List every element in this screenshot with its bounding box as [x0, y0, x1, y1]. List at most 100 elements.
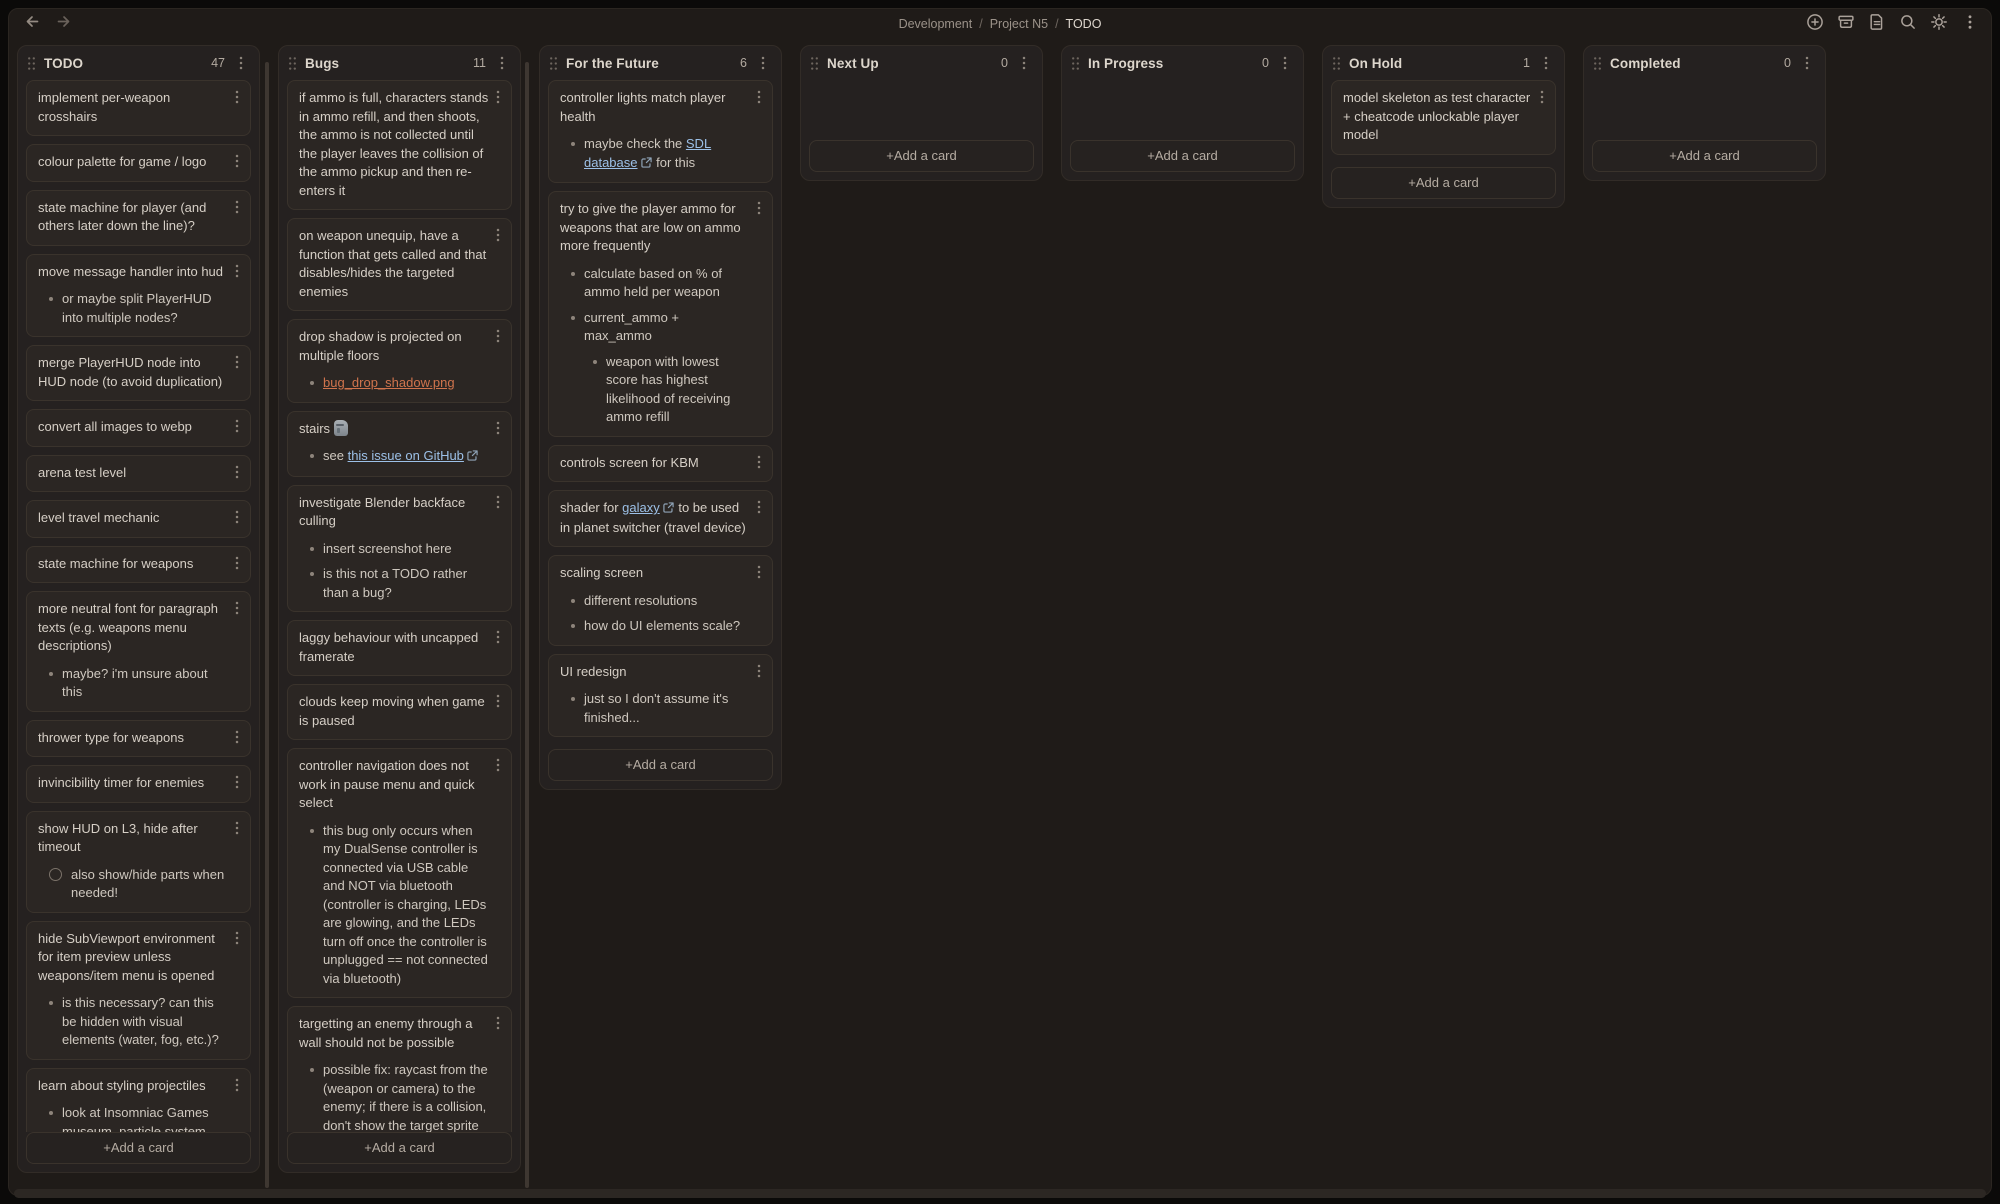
card-menu-icon[interactable] [231, 355, 243, 369]
breadcrumb-item[interactable]: Project N5 [990, 17, 1048, 31]
card[interactable]: investigate Blender backface cullinginse… [287, 485, 512, 613]
card-menu-icon[interactable] [492, 694, 504, 708]
column-menu-icon[interactable] [755, 55, 771, 71]
card[interactable]: arena test level [26, 455, 251, 493]
column-menu-icon[interactable] [1799, 55, 1815, 71]
document-button[interactable] [1867, 15, 1886, 34]
card-menu-icon[interactable] [492, 421, 504, 435]
card-menu-icon[interactable] [231, 200, 243, 214]
card[interactable]: more neutral font for paragraph texts (e… [26, 591, 251, 712]
new-note-button[interactable] [1805, 15, 1824, 34]
card[interactable]: controller navigation does not work in p… [287, 748, 512, 998]
external-link[interactable]: this issue on GitHub [348, 448, 464, 463]
card[interactable]: implement per-weapon crosshairs [26, 80, 251, 136]
card-menu-icon[interactable] [492, 228, 504, 242]
card[interactable]: colour palette for game / logo [26, 144, 251, 182]
card[interactable]: invincibility timer for enemies [26, 765, 251, 803]
card[interactable]: learn about styling projectileslook at I… [26, 1068, 251, 1133]
more-options-button[interactable] [1960, 15, 1979, 34]
drag-handle-icon[interactable] [288, 56, 297, 71]
card[interactable]: if ammo is full, characters stands in am… [287, 80, 512, 210]
card[interactable]: try to give the player ammo for weapons … [548, 191, 773, 437]
card-menu-icon[interactable] [231, 90, 243, 104]
drag-handle-icon[interactable] [1593, 56, 1602, 71]
card-menu-icon[interactable] [753, 565, 765, 579]
card-menu-icon[interactable] [231, 775, 243, 789]
card[interactable]: state machine for player (and others lat… [26, 190, 251, 246]
card[interactable]: merge PlayerHUD node into HUD node (to a… [26, 345, 251, 401]
card[interactable]: laggy behaviour with uncapped framerate [287, 620, 512, 676]
card-menu-icon[interactable] [1536, 90, 1548, 104]
text-segment: invincibility timer for enemies [38, 775, 204, 790]
card[interactable]: controls screen for KBM [548, 445, 773, 483]
card-menu-icon[interactable] [231, 556, 243, 570]
bugs-column-scrollbar[interactable] [525, 62, 529, 1188]
drag-handle-icon[interactable] [1071, 56, 1080, 71]
add-card-button[interactable]: +Add a card [548, 749, 773, 781]
checkbox-circle[interactable] [49, 868, 62, 881]
column-menu-icon[interactable] [1277, 55, 1293, 71]
card-menu-icon[interactable] [753, 500, 765, 514]
card[interactable]: scaling screendifferent resolutionshow d… [548, 555, 773, 646]
column-menu-icon[interactable] [494, 55, 510, 71]
card[interactable]: show HUD on L3, hide after timeoutalso s… [26, 811, 251, 913]
card[interactable]: on weapon unequip, have a function that … [287, 218, 512, 311]
drag-handle-icon[interactable] [549, 56, 558, 71]
card[interactable]: shader for galaxy to be used in planet s… [548, 490, 773, 547]
card-menu-icon[interactable] [231, 821, 243, 835]
card[interactable]: convert all images to webp [26, 409, 251, 447]
card[interactable]: move message handler into hudor maybe sp… [26, 254, 251, 338]
add-card-button[interactable]: +Add a card [26, 1132, 251, 1164]
card-menu-icon[interactable] [231, 601, 243, 615]
card[interactable]: clouds keep moving when game is paused [287, 684, 512, 740]
todo-column-scrollbar[interactable] [265, 62, 269, 1188]
add-card-button[interactable]: +Add a card [1592, 140, 1817, 172]
card-menu-icon[interactable] [231, 264, 243, 278]
card-menu-icon[interactable] [231, 419, 243, 433]
attachment-link[interactable]: bug_drop_shadow.png [323, 375, 455, 390]
card-menu-icon[interactable] [231, 510, 243, 524]
card-menu-icon[interactable] [231, 730, 243, 744]
add-card-button[interactable]: +Add a card [1331, 167, 1556, 199]
drag-handle-icon[interactable] [810, 56, 819, 71]
card-menu-icon[interactable] [753, 664, 765, 678]
card[interactable]: thrower type for weapons [26, 720, 251, 758]
drag-handle-icon[interactable] [1332, 56, 1341, 71]
card-menu-icon[interactable] [492, 90, 504, 104]
search-button[interactable] [1898, 15, 1917, 34]
card-menu-icon[interactable] [231, 154, 243, 168]
card[interactable]: model skeleton as test character + cheat… [1331, 80, 1556, 155]
card-menu-icon[interactable] [492, 1016, 504, 1030]
horizontal-scrollbar[interactable] [14, 1189, 1986, 1198]
card-menu-icon[interactable] [231, 465, 243, 479]
card-menu-icon[interactable] [492, 630, 504, 644]
card-menu-icon[interactable] [753, 455, 765, 469]
card-menu-icon[interactable] [492, 495, 504, 509]
card[interactable]: UI redesignjust so I don't assume it's f… [548, 654, 773, 738]
card[interactable]: controller lights match player healthmay… [548, 80, 773, 183]
card-menu-icon[interactable] [492, 758, 504, 772]
card[interactable]: drop shadow is projected on multiple flo… [287, 319, 512, 403]
card-menu-icon[interactable] [231, 1078, 243, 1092]
add-card-button[interactable]: +Add a card [287, 1132, 512, 1164]
card[interactable]: stairssee this issue on GitHub [287, 411, 512, 477]
card-menu-icon[interactable] [492, 329, 504, 343]
drag-handle-icon[interactable] [27, 56, 36, 71]
breadcrumb-item[interactable]: Development [899, 17, 973, 31]
archive-button[interactable] [1836, 15, 1855, 34]
card[interactable]: level travel mechanic [26, 500, 251, 538]
card[interactable]: targetting an enemy through a wall shoul… [287, 1006, 512, 1132]
add-card-button[interactable]: +Add a card [809, 140, 1034, 172]
column-menu-icon[interactable] [233, 55, 249, 71]
breadcrumb-item[interactable]: TODO [1066, 17, 1102, 31]
card-menu-icon[interactable] [753, 90, 765, 104]
card[interactable]: state machine for weapons [26, 546, 251, 584]
settings-button[interactable] [1929, 15, 1948, 34]
column-menu-icon[interactable] [1016, 55, 1032, 71]
card[interactable]: hide SubViewport environment for item pr… [26, 921, 251, 1060]
card-menu-icon[interactable] [231, 931, 243, 945]
card-menu-icon[interactable] [753, 201, 765, 215]
column-menu-icon[interactable] [1538, 55, 1554, 71]
external-link[interactable]: galaxy [622, 500, 660, 515]
add-card-button[interactable]: +Add a card [1070, 140, 1295, 172]
